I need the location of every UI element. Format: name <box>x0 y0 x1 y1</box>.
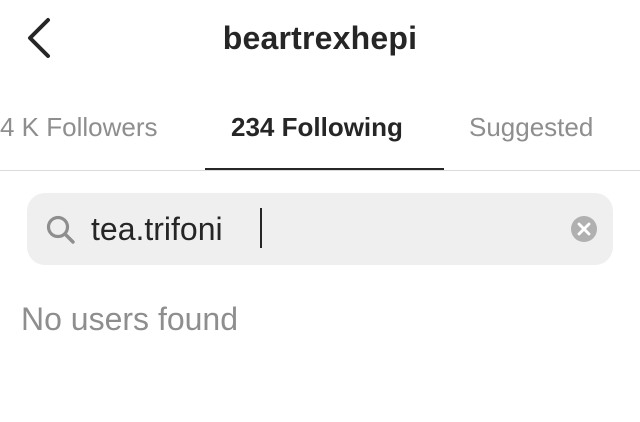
profile-username: beartrexhepi <box>222 20 418 56</box>
follow-tabs: 4 K Followers 234 Following Suggested <box>0 96 640 170</box>
tab-followers[interactable]: 4 K Followers <box>0 112 158 143</box>
search-icon <box>46 215 75 244</box>
tabs-divider <box>0 170 640 171</box>
text-cursor <box>260 208 262 248</box>
empty-results-message: No users found <box>21 301 239 337</box>
search-bar[interactable] <box>27 193 613 265</box>
tab-suggested[interactable]: Suggested <box>469 112 593 143</box>
search-input[interactable] <box>91 203 551 255</box>
clear-circle-icon[interactable] <box>570 215 598 243</box>
header-bar: beartrexhepi <box>0 0 640 80</box>
tab-following[interactable]: 234 Following <box>231 112 403 143</box>
